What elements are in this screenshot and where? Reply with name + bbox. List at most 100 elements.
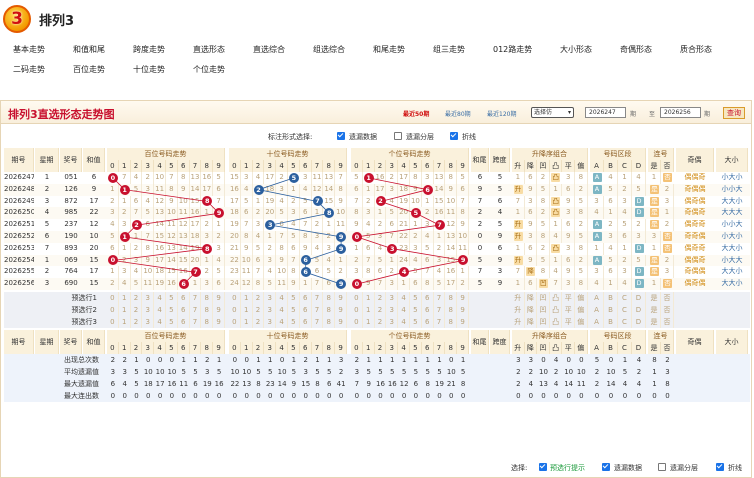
pred-zone-B: B	[604, 316, 618, 328]
checkbox-polyline[interactable]	[450, 132, 458, 140]
shi-miss-cell: 7	[241, 219, 253, 231]
stat-ge-value: 16	[387, 380, 397, 388]
shi-miss-cell: 8	[288, 266, 300, 279]
checkbox-pred-hint[interactable]	[539, 463, 547, 471]
ge-miss-cell: 4	[434, 266, 446, 279]
nav-item-6[interactable]: 和尾走势	[373, 44, 405, 55]
shi-ball: 6	[300, 267, 311, 278]
nav-item-12[interactable]: 二码走势	[13, 64, 45, 75]
stat-shi-value: 22	[230, 380, 240, 388]
row-oddeven: 奇奇偶	[684, 232, 706, 240]
footer-checkbox-missing-data[interactable]	[602, 463, 610, 471]
updown-head-3: 凸	[549, 342, 563, 354]
zone-mark: D	[634, 196, 644, 206]
range-select[interactable]: 选择仿 ▾	[531, 107, 574, 118]
checkbox-missing-data[interactable]	[337, 132, 345, 140]
pred-zone-B: B	[604, 304, 618, 316]
ge-miss-cell: 5	[375, 254, 387, 267]
bai-miss-cell: 7	[119, 172, 131, 184]
stat-shi-value: 10	[230, 368, 240, 376]
bai-miss-cell: 1	[107, 183, 119, 196]
bai-miss-cell: 2	[131, 242, 143, 255]
stat-bai-value: 11	[179, 380, 189, 388]
stat-shi-value: 5	[327, 368, 332, 376]
query-button[interactable]: 查询	[723, 107, 745, 119]
pred-digit-6: 6	[178, 304, 190, 316]
stat-ge-value: 0	[460, 392, 466, 400]
pred-digit-5: 5	[166, 316, 178, 328]
stat-ge-value: 0	[413, 392, 419, 400]
ge-miss-cell: 4	[422, 231, 434, 243]
stat-zone-value: 0	[608, 356, 614, 364]
zone-mark: D	[634, 267, 644, 277]
stat-shi-value: 2	[338, 368, 344, 376]
checkbox-missing-layer[interactable]	[394, 132, 402, 140]
pred-digit-2: 2	[375, 304, 387, 316]
stat-ge-value: 5	[366, 368, 371, 376]
bai-miss-cell: 2	[107, 195, 119, 208]
stat-bai-value: 0	[146, 356, 151, 364]
row-sum: 17	[89, 267, 99, 276]
pred-digit-0: 0	[229, 292, 241, 304]
footer-checkbox-missing-layer[interactable]	[658, 463, 666, 471]
pred-digit-3: 3	[142, 316, 155, 328]
nav-item-9[interactable]: 大小形态	[560, 44, 592, 55]
pred-digit-2: 2	[131, 304, 143, 316]
footer-checkbox-polyline[interactable]	[716, 463, 724, 471]
pred-digit-0: 0	[107, 292, 119, 304]
bai-miss-cell: 15	[166, 266, 178, 279]
nav-item-4[interactable]: 直选综合	[253, 44, 285, 55]
ge-miss-cell: 3	[375, 231, 387, 243]
shi-miss-cell: 4	[300, 183, 312, 196]
data-row-6: 2026253 7 893 20 6 1 2 8 16 13 14 19 8 3 21 9 5 2 8 6 9 4 3 9 1 6…	[4, 242, 750, 255]
updown-miss-cell: 3	[562, 172, 575, 184]
stat-shi-value: 0	[244, 356, 249, 364]
period-80[interactable]: 最近80期	[445, 109, 471, 118]
stat-row-label: 最大遗漏值	[64, 380, 99, 388]
period-120[interactable]: 最近120期	[487, 109, 516, 118]
nav-item-11[interactable]: 质合形态	[680, 44, 712, 55]
nav-item-13[interactable]: 百位走势	[73, 64, 105, 75]
stat-ge-value: 9	[366, 380, 371, 388]
ge-miss-cell: 16	[434, 207, 446, 220]
period-50[interactable]: 最近50期	[403, 109, 429, 118]
ge-miss-cell: 5	[386, 207, 399, 220]
row-prize: 893	[64, 243, 78, 252]
stat-updown-value: 10	[576, 368, 586, 376]
pred-digit-9: 9	[335, 316, 347, 328]
from-period-input[interactable]: 2026247	[585, 107, 626, 118]
bai-digit-head-0: 0	[107, 342, 119, 354]
updown-miss-cell: 3	[562, 207, 575, 220]
bai-digit-head-9: 9	[213, 160, 225, 172]
bai-miss-cell: 10	[142, 266, 155, 279]
stat-updown-value: 0	[579, 356, 584, 364]
nav-item-0[interactable]: 基本走势	[13, 44, 45, 55]
header-prize: 奖号	[60, 148, 82, 172]
stat-updown-value: 0	[541, 392, 546, 400]
ge-miss-cell: 3	[410, 242, 422, 255]
updown-miss-cell: 7	[550, 278, 563, 290]
data-row-7: 2026254 1 069 15 0 2 3 9 17 14 15 20 1 4 22 10 6 3 9 7 6 5 4 1 2…	[4, 254, 750, 267]
nav-item-5[interactable]: 组选综合	[313, 44, 345, 55]
shi-digit-head-3: 3	[264, 160, 277, 172]
row-span: 9	[497, 279, 503, 288]
updown-head-4: 平	[562, 342, 575, 354]
nav-item-10[interactable]: 奇偶形态	[620, 44, 652, 55]
nav-item-1[interactable]: 和值和尾	[73, 44, 105, 55]
nav-item-2[interactable]: 跨度走势	[133, 44, 165, 55]
bai-digit-head-3: 3	[142, 160, 155, 172]
nav-item-14[interactable]: 十位走势	[133, 64, 165, 75]
pred-digit-3: 3	[264, 304, 277, 316]
row-sum: 15	[89, 279, 99, 288]
nav-item-15[interactable]: 个位走势	[193, 64, 225, 75]
bai-miss-cell: 16	[166, 278, 178, 290]
to-period-input[interactable]: 2026256	[660, 107, 701, 118]
shi-digit-head-6: 6	[299, 160, 312, 172]
row-sum-tail: 2	[477, 208, 483, 217]
nav-item-8[interactable]: 012路走势	[493, 44, 532, 55]
zone-miss-cell: 5	[632, 254, 646, 267]
bai-miss-cell: 6	[142, 219, 155, 231]
nav-item-7[interactable]: 组三走势	[433, 44, 465, 55]
nav-item-3[interactable]: 直选形态	[193, 44, 225, 55]
updown-mark: 升	[513, 184, 523, 194]
